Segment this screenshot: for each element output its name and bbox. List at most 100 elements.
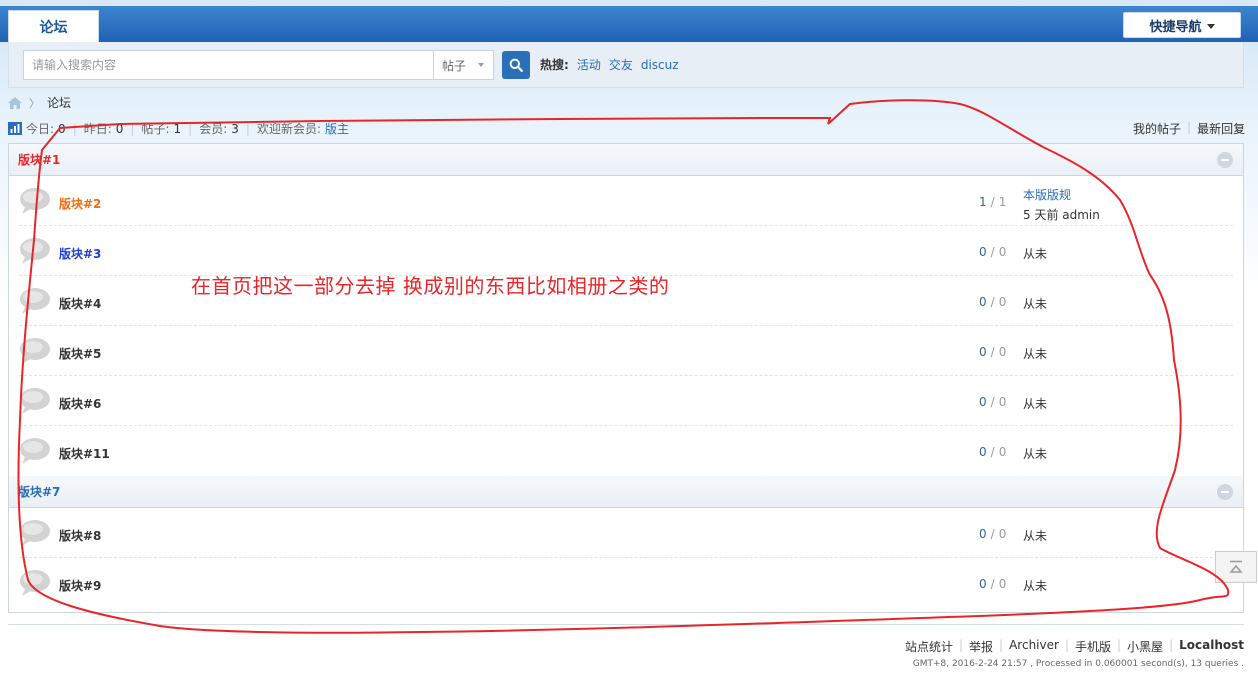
search-type-select[interactable]: 帖子 (433, 50, 494, 80)
home-icon[interactable] (8, 96, 22, 109)
forum-board: 版块#1 版块#2 1/1 本版版规 5 天前 admin 版块#3 0/0 从未 版块#4 0/… (8, 143, 1244, 613)
quicknav-label: 快捷导航 (1149, 19, 1202, 35)
last-post: 从未 (1023, 395, 1047, 412)
post-count: 0 (998, 245, 1007, 259)
search-type-value: 帖子 (442, 58, 467, 73)
footer-link-stats[interactable]: 站点统计 (905, 638, 953, 655)
forum-name-link[interactable]: 版块#8 (59, 527, 101, 544)
post-count: 0 (998, 295, 1007, 309)
forum-bubble-icon (19, 519, 51, 547)
count-separator: / (990, 195, 995, 209)
stats-chart-icon (8, 122, 22, 135)
category-title[interactable]: 版块#1 (18, 151, 60, 168)
tab-forum[interactable]: 论坛 (8, 10, 99, 42)
stat-yesterday-label: 昨日: (83, 122, 112, 136)
footer-site-name[interactable]: Localhost (1179, 638, 1244, 655)
count-separator: / (990, 395, 995, 409)
collapse-icon[interactable] (1217, 484, 1233, 500)
forum-name-link[interactable]: 版块#6 (59, 395, 101, 412)
thread-count: 0 (979, 295, 987, 309)
forum-bubble-icon (19, 569, 51, 597)
forum-name-link[interactable]: 版块#2 (59, 195, 101, 212)
last-post: 从未 (1023, 245, 1047, 262)
last-post: 从未 (1023, 527, 1047, 544)
divider: | (1064, 638, 1069, 652)
last-post: 本版版规 5 天前 admin (1023, 186, 1100, 223)
forum-stats: 今日: 0 | 昨日: 0 | 帖子: 1 | 会员: 3 | 欢迎新会员: 版… (8, 120, 349, 137)
forum-counts: 0/0 (979, 527, 1006, 541)
forum-name-link[interactable]: 版块#9 (59, 577, 101, 594)
hot-search: 热搜: 活动 交友 discuz (540, 56, 679, 73)
stat-posts-value: 1 (173, 121, 182, 136)
stat-today-value: 0 (58, 121, 66, 136)
search-input[interactable] (23, 50, 435, 80)
count-separator: / (990, 445, 995, 459)
last-post: 从未 (1023, 445, 1047, 462)
forum-name-link[interactable]: 版块#11 (59, 445, 110, 462)
forum-row: 版块#3 0/0 从未 (9, 226, 1243, 276)
post-count: 0 (998, 577, 1007, 591)
last-post-title-link[interactable]: 本版版规 (1023, 186, 1100, 203)
thread-count: 0 (979, 445, 987, 459)
stat-members-value: 3 (231, 121, 239, 136)
stat-today-label: 今日: (26, 122, 55, 136)
last-post-meta: 从未 (1023, 347, 1048, 361)
breadcrumb-current[interactable]: 论坛 (47, 94, 71, 111)
last-post-meta: 从未 (1023, 529, 1048, 543)
footer-link-report[interactable]: 举报 (969, 638, 993, 655)
footer-link-mobile[interactable]: 手机版 (1075, 638, 1111, 655)
back-to-top-button[interactable] (1215, 551, 1257, 583)
forum-bubble-icon (19, 237, 51, 265)
search-button[interactable] (502, 51, 530, 79)
footer-divider (8, 624, 1244, 625)
count-separator: / (990, 245, 995, 259)
forum-counts: 0/0 (979, 295, 1006, 309)
footer-info: GMT+8, 2016-2-24 21:57 , Processed in 0.… (912, 659, 1244, 669)
last-post-meta: 从未 (1023, 397, 1048, 411)
hot-link[interactable]: discuz (641, 58, 679, 72)
hot-link[interactable]: 活动 (577, 56, 601, 73)
collapse-icon[interactable] (1217, 152, 1233, 168)
hot-link[interactable]: 交友 (609, 56, 633, 73)
last-post: 从未 (1023, 295, 1047, 312)
forum-name-link[interactable]: 版块#3 (59, 245, 101, 262)
stat-members-label: 会员: (199, 122, 228, 136)
forum-bubble-icon (19, 287, 51, 315)
forum-name-link[interactable]: 版块#5 (59, 345, 101, 362)
hot-search-label: 热搜: (540, 58, 569, 72)
last-post-meta: 从未 (1023, 447, 1048, 461)
last-post: 从未 (1023, 345, 1047, 362)
count-separator: / (990, 345, 995, 359)
count-separator: / (990, 295, 995, 309)
quicknav-button[interactable]: 快捷导航 (1123, 12, 1241, 38)
search-bar: 帖子 热搜: 活动 交友 discuz (8, 42, 1244, 88)
footer-link-archiver[interactable]: Archiver (1009, 638, 1059, 655)
chevron-down-icon (478, 63, 485, 67)
forum-bubble-icon (19, 187, 51, 215)
forum-name-link[interactable]: 版块#4 (59, 295, 101, 312)
divider: | (999, 638, 1004, 652)
thread-count: 1 (979, 195, 987, 209)
new-member-link[interactable]: 版主 (325, 120, 349, 137)
category-title[interactable]: 版块#7 (18, 483, 60, 500)
latest-replies-link[interactable]: 最新回复 (1197, 120, 1245, 137)
forum-row: 版块#5 0/0 从未 (9, 326, 1243, 376)
forum-counts: 0/0 (979, 245, 1006, 259)
divider: | (130, 121, 135, 136)
category-header: 版块#1 (9, 144, 1243, 176)
divider: | (1117, 638, 1122, 652)
thread-count: 0 (979, 345, 987, 359)
breadcrumb-separator: 〉 (29, 96, 40, 110)
forum-row: 版块#8 0/0 从未 (9, 508, 1243, 558)
user-links: 我的帖子 | 最新回复 (1133, 120, 1245, 137)
divider: | (1187, 120, 1192, 134)
my-threads-link[interactable]: 我的帖子 (1133, 120, 1181, 137)
footer-links: 站点统计 | 举报 | Archiver | 手机版 | 小黑屋 | Local… (905, 638, 1244, 655)
footer-link-blackroom[interactable]: 小黑屋 (1127, 638, 1163, 655)
last-post-meta: 从未 (1023, 247, 1048, 261)
thread-count: 0 (979, 527, 987, 541)
breadcrumb: 〉 论坛 (8, 94, 71, 111)
divider: | (188, 121, 193, 136)
forum-bubble-icon (19, 437, 51, 465)
stat-posts-label: 帖子: (141, 122, 170, 136)
